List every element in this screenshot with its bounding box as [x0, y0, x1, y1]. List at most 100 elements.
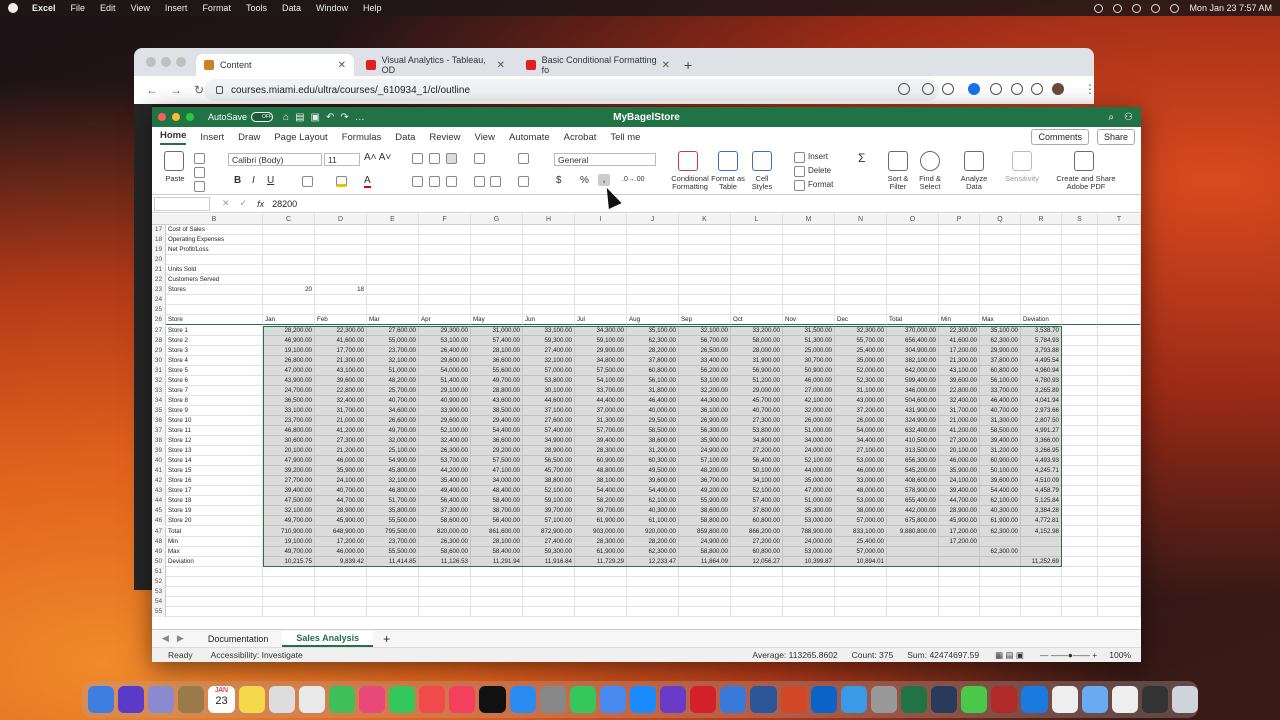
- table-cell[interactable]: 49,200.00: [679, 486, 731, 497]
- table-cell[interactable]: 866,200.00: [731, 526, 783, 537]
- table-cell[interactable]: 57,100.00: [523, 516, 575, 527]
- browser-tab-tableau[interactable]: Visual Analytics - Tableau, OD ✕: [358, 54, 513, 76]
- table-cell[interactable]: [263, 255, 315, 266]
- table-cell[interactable]: [1062, 536, 1098, 547]
- table-cell[interactable]: 62,100.00: [627, 496, 679, 507]
- table-cell[interactable]: [627, 596, 679, 607]
- table-cell[interactable]: 53,100.00: [419, 335, 471, 346]
- table-cell[interactable]: 39,400.00: [939, 486, 980, 497]
- table-cell[interactable]: [939, 305, 980, 316]
- table-cell[interactable]: 3,265.89: [1021, 385, 1062, 396]
- table-cell[interactable]: [419, 295, 471, 306]
- table-cell[interactable]: [1098, 436, 1141, 447]
- table-cell[interactable]: Sep: [679, 315, 731, 326]
- cut-icon[interactable]: [194, 153, 205, 164]
- table-cell[interactable]: [1062, 225, 1098, 236]
- table-cell[interactable]: 22,800.00: [939, 385, 980, 396]
- table-cell[interactable]: [887, 566, 939, 577]
- table-cell[interactable]: Store 19: [166, 506, 263, 517]
- table-cell[interactable]: [263, 265, 315, 276]
- table-cell[interactable]: 57,700.00: [575, 426, 627, 437]
- table-cell[interactable]: 31,200.00: [627, 446, 679, 457]
- table-cell[interactable]: 28,000.00: [731, 345, 783, 356]
- table-cell[interactable]: 504,600.00: [887, 395, 939, 406]
- table-cell[interactable]: 44,400.00: [575, 395, 627, 406]
- table-cell[interactable]: [1098, 295, 1141, 306]
- table-cell[interactable]: [419, 606, 471, 617]
- table-cell[interactable]: 34,000.00: [783, 436, 835, 447]
- table-cell[interactable]: [887, 235, 939, 246]
- table-cell[interactable]: [1021, 606, 1062, 617]
- table-cell[interactable]: [980, 576, 1021, 587]
- table-cell[interactable]: 44,000.00: [783, 466, 835, 477]
- table-cell[interactable]: 58,200.00: [575, 496, 627, 507]
- table-cell[interactable]: 32,000.00: [783, 405, 835, 416]
- table-cell[interactable]: Store 9: [166, 405, 263, 416]
- table-cell[interactable]: [1062, 466, 1098, 477]
- table-cell[interactable]: [980, 586, 1021, 597]
- table-cell[interactable]: 29,400.00: [471, 415, 523, 426]
- table-cell[interactable]: [419, 305, 471, 316]
- table-cell[interactable]: 53,000.00: [783, 516, 835, 527]
- table-cell[interactable]: 28,800.00: [471, 385, 523, 396]
- table-cell[interactable]: [1021, 576, 1062, 587]
- table-cell[interactable]: 34,300.00: [575, 325, 627, 336]
- search-icon[interactable]: ⌕: [1108, 112, 1114, 123]
- table-cell[interactable]: [367, 566, 419, 577]
- menu-insert[interactable]: Insert: [165, 3, 188, 13]
- column-header[interactable]: L: [731, 214, 783, 225]
- table-cell[interactable]: 2,973.66: [1021, 405, 1062, 416]
- table-cell[interactable]: 27,200.00: [731, 536, 783, 547]
- row-header[interactable]: 50: [152, 556, 166, 567]
- table-cell[interactable]: 41,200.00: [315, 426, 367, 437]
- table-cell[interactable]: 56,900.00: [731, 365, 783, 376]
- number-format-select[interactable]: General: [554, 153, 656, 166]
- row-header[interactable]: 46: [152, 516, 166, 527]
- table-cell[interactable]: 40,700.00: [367, 395, 419, 406]
- table-cell[interactable]: [263, 606, 315, 617]
- comma-style-icon[interactable]: ,: [598, 174, 610, 186]
- table-cell[interactable]: [783, 295, 835, 306]
- table-cell[interactable]: 53,000.00: [835, 496, 887, 507]
- table-cell[interactable]: 38,700.00: [471, 506, 523, 517]
- system-settings-icon[interactable]: [539, 686, 566, 713]
- contacts-icon[interactable]: [178, 686, 205, 713]
- table-cell[interactable]: 4,780.93: [1021, 375, 1062, 386]
- browser-tab-content[interactable]: Content ✕: [196, 54, 354, 76]
- table-cell[interactable]: 788,900.00: [783, 526, 835, 537]
- table-cell[interactable]: [523, 245, 575, 256]
- table-cell[interactable]: 29,300.00: [419, 325, 471, 336]
- table-cell[interactable]: 3,538.70: [1021, 325, 1062, 336]
- table-cell[interactable]: 40,300.00: [980, 506, 1021, 517]
- siri-icon[interactable]: [118, 686, 145, 713]
- column-header[interactable]: E: [367, 214, 419, 225]
- table-cell[interactable]: 578,900.00: [887, 486, 939, 497]
- table-cell[interactable]: [471, 275, 523, 286]
- close-window-icon[interactable]: [146, 57, 156, 67]
- table-cell[interactable]: [263, 245, 315, 256]
- table-cell[interactable]: [367, 225, 419, 236]
- table-cell[interactable]: 19,100.00: [263, 345, 315, 356]
- table-cell[interactable]: [939, 265, 980, 276]
- table-cell[interactable]: 39,400.00: [263, 486, 315, 497]
- menu-view[interactable]: View: [131, 3, 150, 13]
- table-cell[interactable]: Total: [166, 526, 263, 537]
- table-cell[interactable]: 642,000.00: [887, 365, 939, 376]
- table-cell[interactable]: 62,300.00: [627, 546, 679, 557]
- table-cell[interactable]: 60,900.00: [575, 456, 627, 467]
- table-cell[interactable]: [1098, 576, 1141, 587]
- table-cell[interactable]: 60,800.00: [980, 365, 1021, 376]
- row-header[interactable]: 24: [152, 295, 166, 306]
- table-cell[interactable]: [731, 596, 783, 607]
- table-cell[interactable]: 62,300.00: [980, 335, 1021, 346]
- table-cell[interactable]: 9,880,800.00: [887, 526, 939, 537]
- table-cell[interactable]: [166, 305, 263, 316]
- table-cell[interactable]: [367, 606, 419, 617]
- table-cell[interactable]: 31,800.00: [627, 385, 679, 396]
- table-cell[interactable]: 795,500.00: [367, 526, 419, 537]
- table-cell[interactable]: 10,399.87: [783, 556, 835, 567]
- table-cell[interactable]: 12,233.47: [627, 556, 679, 567]
- table-cell[interactable]: [263, 225, 315, 236]
- trash-icon[interactable]: [1171, 686, 1199, 713]
- menu-window[interactable]: Window: [316, 3, 348, 13]
